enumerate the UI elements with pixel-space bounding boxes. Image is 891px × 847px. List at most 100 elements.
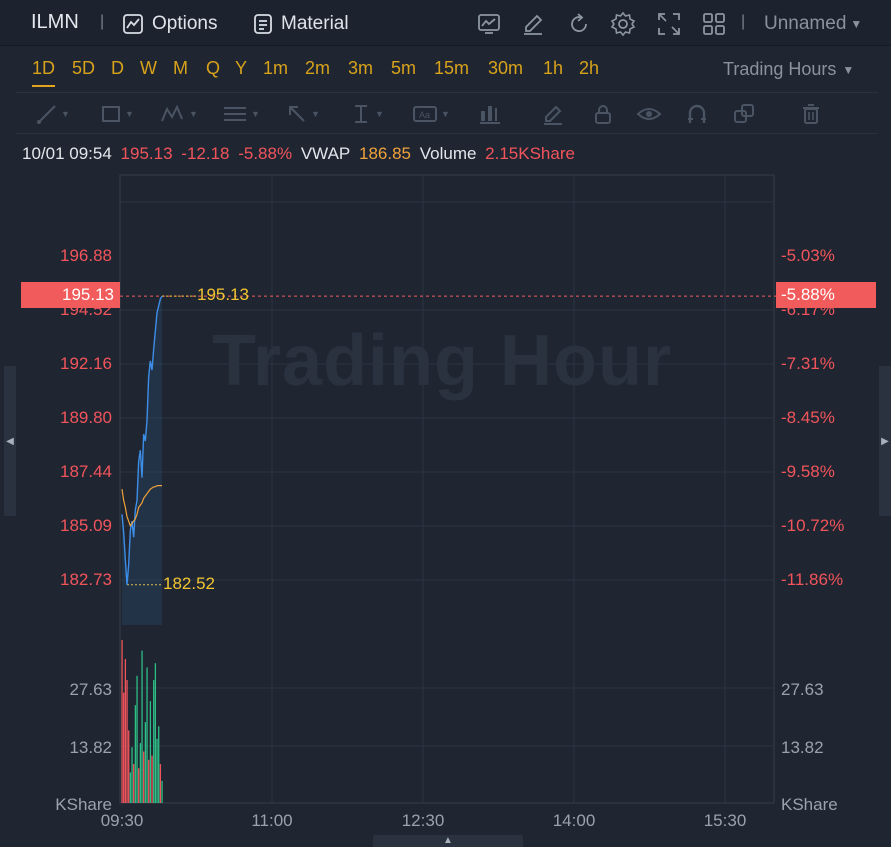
price-chart[interactable] bbox=[0, 170, 891, 847]
chart-area[interactable]: Trading Hour 196.88 194.52 192.16 189.80… bbox=[0, 170, 891, 847]
volume-bar bbox=[146, 667, 148, 803]
timeframe-2m[interactable]: 2m bbox=[305, 58, 330, 79]
quote-change-pct: -5.88% bbox=[238, 144, 293, 163]
timeframe-1d[interactable]: 1D bbox=[32, 58, 56, 87]
lock-icon[interactable] bbox=[592, 101, 614, 127]
trading-hours-selector[interactable]: Trading Hours ▼ bbox=[723, 59, 854, 80]
trash-icon[interactable] bbox=[800, 101, 822, 127]
volume-unit-left: KShare bbox=[55, 795, 112, 814]
line-tool-icon[interactable]: ▼ bbox=[36, 101, 70, 127]
trading-hours-label: Trading Hours bbox=[723, 59, 837, 79]
volume-bar bbox=[159, 764, 162, 803]
percent-tick: -10.72% bbox=[781, 516, 845, 535]
volume-bar bbox=[161, 780, 163, 803]
timeframe-d[interactable]: D bbox=[111, 58, 124, 79]
edit-icon[interactable] bbox=[520, 11, 546, 37]
timeframe-15m[interactable]: 15m bbox=[434, 58, 469, 79]
time-tick: 14:00 bbox=[552, 811, 596, 830]
separator: | bbox=[100, 13, 105, 30]
vwap-value: 186.85 bbox=[359, 144, 411, 163]
top-bar: ILMN | Options Material | Unnamed ▼ bbox=[0, 0, 891, 46]
ticker-symbol[interactable]: ILMN bbox=[31, 11, 79, 34]
right-panel-toggle[interactable]: ▶ bbox=[879, 366, 891, 516]
volume-bar bbox=[138, 768, 140, 803]
bottom-panel-toggle[interactable]: ▲ bbox=[373, 835, 523, 847]
percent-tick: -5.03% bbox=[781, 246, 835, 265]
options-button[interactable]: Options bbox=[122, 10, 217, 38]
price-tick: 192.16 bbox=[60, 354, 112, 373]
volume-bar bbox=[131, 747, 133, 803]
volume-bar bbox=[154, 663, 157, 803]
timeframe-2h[interactable]: 2h bbox=[579, 58, 599, 79]
indicator-tool-icon[interactable] bbox=[478, 101, 502, 127]
fullscreen-icon[interactable] bbox=[656, 11, 682, 37]
refresh-icon[interactable] bbox=[566, 11, 592, 37]
timeframe-1h[interactable]: 1h bbox=[543, 58, 563, 79]
chart-icon bbox=[123, 14, 143, 34]
timeframe-1m[interactable]: 1m bbox=[263, 58, 288, 79]
eye-icon[interactable] bbox=[636, 101, 662, 127]
current-price-box: 195.13 bbox=[21, 282, 120, 308]
drawing-toolbar: ▼ ▼ ▼ ▼ ▼ ▼ Aa ▼ bbox=[16, 92, 878, 134]
price-tick: 196.88 bbox=[60, 246, 112, 265]
volume-tick: 27.63 bbox=[781, 680, 824, 699]
svg-text:Aa: Aa bbox=[419, 110, 430, 120]
arrow-tool-icon[interactable]: ▼ bbox=[286, 101, 320, 127]
volume-bar bbox=[128, 730, 130, 803]
price-tick: 189.80 bbox=[60, 408, 112, 427]
quote-datetime: 10/01 09:54 bbox=[22, 144, 112, 163]
volume-tick: 13.82 bbox=[69, 738, 112, 757]
rectangle-tool-icon[interactable]: ▼ bbox=[100, 101, 134, 127]
timeframe-30m[interactable]: 30m bbox=[488, 58, 523, 79]
volume-tick: 27.63 bbox=[69, 680, 112, 699]
material-button[interactable]: Material bbox=[253, 10, 349, 38]
timeframe-3m[interactable]: 3m bbox=[348, 58, 373, 79]
pencil-icon[interactable] bbox=[542, 101, 564, 127]
volume-bar bbox=[123, 692, 125, 803]
current-percent-box: -5.88% bbox=[776, 282, 876, 308]
fib-tool-icon[interactable]: ▼ bbox=[222, 101, 260, 127]
clone-icon[interactable] bbox=[732, 101, 756, 127]
separator: | bbox=[741, 13, 746, 30]
time-tick: 09:30 bbox=[100, 811, 144, 830]
magnet-icon[interactable] bbox=[686, 101, 708, 127]
volume-unit-right: KShare bbox=[781, 795, 838, 814]
chevron-right-icon: ▶ bbox=[881, 435, 889, 447]
text-tool-icon[interactable]: Aa ▼ bbox=[412, 101, 450, 127]
volume-tick: 13.82 bbox=[781, 738, 824, 757]
options-label: Options bbox=[152, 13, 218, 34]
percent-tick: -8.45% bbox=[781, 408, 835, 427]
volume-bar bbox=[126, 680, 128, 803]
timeframe-5m[interactable]: 5m bbox=[391, 58, 416, 79]
volume-bar bbox=[141, 650, 143, 803]
percent-tick: -9.58% bbox=[781, 462, 835, 481]
time-tick: 15:30 bbox=[703, 811, 747, 830]
volume-bar bbox=[156, 738, 158, 803]
price-tick: 185.09 bbox=[60, 516, 112, 535]
pattern-tool-icon[interactable]: ▼ bbox=[160, 101, 198, 127]
volume-bar bbox=[153, 680, 155, 803]
volume-label: Volume bbox=[419, 144, 477, 163]
volume-bar bbox=[139, 743, 142, 803]
chevron-left-icon: ◀ bbox=[6, 435, 14, 447]
timeframe-y[interactable]: Y bbox=[235, 58, 247, 79]
timeframe-5d[interactable]: 5D bbox=[72, 58, 95, 79]
grid-icon[interactable] bbox=[701, 11, 727, 37]
price-tick: 182.73 bbox=[60, 570, 112, 589]
volume-bar bbox=[143, 751, 145, 803]
gear-icon[interactable] bbox=[610, 11, 636, 37]
timeframe-w[interactable]: W bbox=[140, 58, 157, 79]
volume-bar bbox=[151, 755, 153, 803]
left-panel-toggle[interactable]: ◀ bbox=[4, 366, 16, 516]
caret-down-icon: ▼ bbox=[850, 17, 863, 31]
measure-tool-icon[interactable]: ▼ bbox=[350, 101, 384, 127]
timeframe-m[interactable]: M bbox=[173, 58, 188, 79]
percent-tick: -11.86% bbox=[781, 570, 844, 589]
volume-bar bbox=[133, 764, 135, 803]
layout-selector[interactable]: Unnamed ▼ bbox=[764, 13, 862, 35]
price-tick: 187.44 bbox=[60, 462, 112, 481]
timeframe-bar: 1D 5D D W M Q Y 1m 2m 3m 5m 15m 30m 1h 2… bbox=[0, 46, 891, 92]
watermark: Trading Hour bbox=[212, 321, 672, 401]
chart-icon[interactable] bbox=[476, 11, 502, 37]
timeframe-q[interactable]: Q bbox=[206, 58, 220, 79]
